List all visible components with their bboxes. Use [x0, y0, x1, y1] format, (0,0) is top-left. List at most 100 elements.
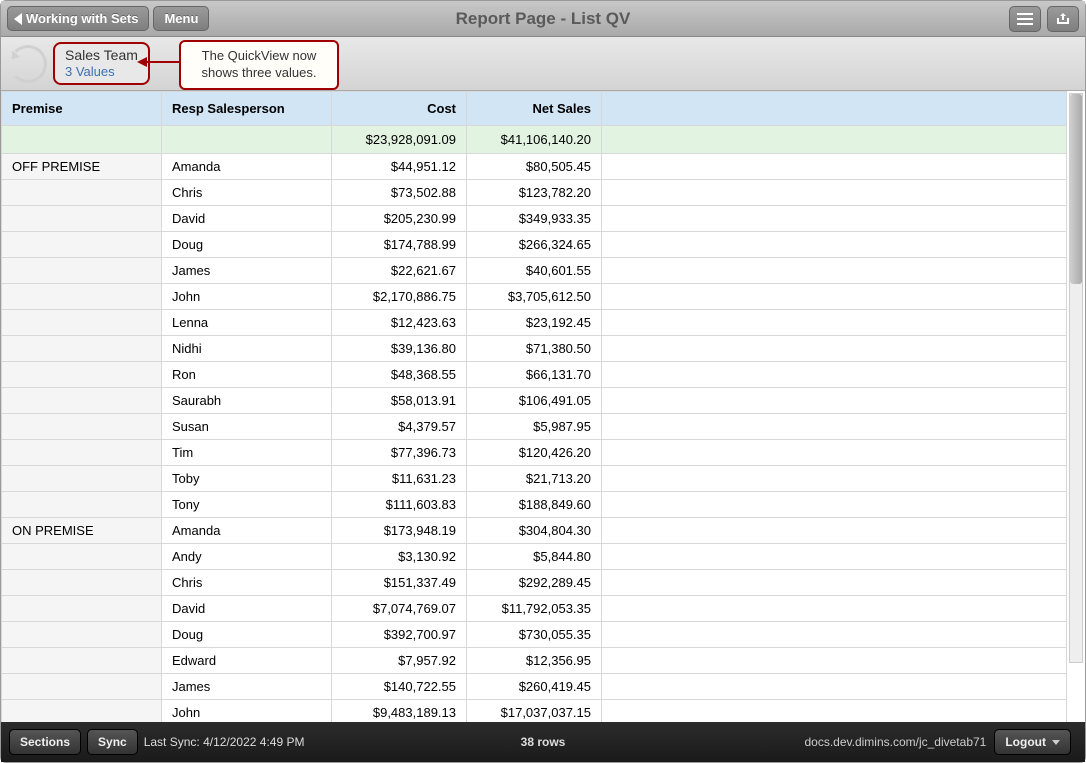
cell-premise: OFF PREMISE [2, 154, 162, 180]
table-row[interactable]: Chris$73,502.88$123,782.20 [2, 180, 1067, 206]
cell-premise [2, 648, 162, 674]
table-row[interactable]: Tim$77,396.73$120,426.20 [2, 440, 1067, 466]
share-button[interactable] [1047, 6, 1079, 32]
cell-person: Toby [162, 466, 332, 492]
cell-cost: $77,396.73 [332, 440, 467, 466]
cell-cost: $392,700.97 [332, 622, 467, 648]
cell-net: $5,844.80 [467, 544, 602, 570]
table-row[interactable]: OFF PREMISEAmanda$44,951.12$80,505.45 [2, 154, 1067, 180]
scrollbar-thumb[interactable] [1070, 94, 1082, 284]
cell-cost: $39,136.80 [332, 336, 467, 362]
scrollbar[interactable] [1069, 93, 1083, 663]
table-row[interactable]: Susan$4,379.57$5,987.95 [2, 414, 1067, 440]
col-net[interactable]: Net Sales [467, 92, 602, 126]
callout-annotation: The QuickView now shows three values. [179, 40, 339, 90]
cell-person: Amanda [162, 154, 332, 180]
table-row[interactable]: Edward$7,957.92$12,356.95 [2, 648, 1067, 674]
sections-button[interactable]: Sections [9, 729, 81, 755]
cell-premise [2, 206, 162, 232]
cell-cost: $4,379.57 [332, 414, 467, 440]
quickview-chip[interactable]: Sales Team 3 Values [53, 42, 150, 84]
table-row[interactable]: James$140,722.55$260,419.45 [2, 674, 1067, 700]
table-row[interactable]: James$22,621.67$40,601.55 [2, 258, 1067, 284]
table-row[interactable]: John$9,483,189.13$17,037,037.15 [2, 700, 1067, 723]
cell-person: Nidhi [162, 336, 332, 362]
table-header-row: Premise Resp Salesperson Cost Net Sales [2, 92, 1067, 126]
cell-net: $730,055.35 [467, 622, 602, 648]
table-row[interactable]: David$7,074,769.07$11,792,053.35 [2, 596, 1067, 622]
cell-cost: $73,502.88 [332, 180, 467, 206]
table-row[interactable]: Lenna$12,423.63$23,192.45 [2, 310, 1067, 336]
cell-person: Tim [162, 440, 332, 466]
table-row[interactable]: John$2,170,886.75$3,705,612.50 [2, 284, 1067, 310]
cell-person: James [162, 674, 332, 700]
refresh-icon[interactable] [9, 45, 47, 83]
cell-premise [2, 466, 162, 492]
cell-premise [2, 258, 162, 284]
cell-net: $188,849.60 [467, 492, 602, 518]
cell-premise [2, 700, 162, 723]
col-person[interactable]: Resp Salesperson [162, 92, 332, 126]
cell-person: Ron [162, 362, 332, 388]
table-row[interactable]: Doug$392,700.97$730,055.35 [2, 622, 1067, 648]
table-row[interactable]: Saurabh$58,013.91$106,491.05 [2, 388, 1067, 414]
menu-button[interactable]: Menu [153, 6, 209, 31]
cell-net: $123,782.20 [467, 180, 602, 206]
cell-person: Saurabh [162, 388, 332, 414]
table-row[interactable]: Doug$174,788.99$266,324.65 [2, 232, 1067, 258]
table-row[interactable]: David$205,230.99$349,933.35 [2, 206, 1067, 232]
cell-premise [2, 414, 162, 440]
cell-premise [2, 388, 162, 414]
cell-premise [2, 232, 162, 258]
cell-person: Amanda [162, 518, 332, 544]
table-row[interactable]: Andy$3,130.92$5,844.80 [2, 544, 1067, 570]
col-cost[interactable]: Cost [332, 92, 467, 126]
cell-cost: $11,631.23 [332, 466, 467, 492]
cell-cost: $174,788.99 [332, 232, 467, 258]
cell-net: $260,419.45 [467, 674, 602, 700]
cell-cost: $111,603.83 [332, 492, 467, 518]
cell-net: $292,289.45 [467, 570, 602, 596]
col-premise[interactable]: Premise [2, 92, 162, 126]
table-row[interactable]: Toby$11,631.23$21,713.20 [2, 466, 1067, 492]
cell-premise [2, 440, 162, 466]
cell-person: Andy [162, 544, 332, 570]
cell-premise [2, 310, 162, 336]
cell-net: $5,987.95 [467, 414, 602, 440]
cell-net: $17,037,037.15 [467, 700, 602, 723]
table-row[interactable]: Chris$151,337.49$292,289.45 [2, 570, 1067, 596]
cell-cost: $140,722.55 [332, 674, 467, 700]
cell-person: John [162, 284, 332, 310]
cell-net: $3,705,612.50 [467, 284, 602, 310]
cell-net: $304,804.30 [467, 518, 602, 544]
status-bar: Sections Sync Last Sync: 4/12/2022 4:49 … [1, 722, 1085, 762]
table-row[interactable]: ON PREMISEAmanda$173,948.19$304,804.30 [2, 518, 1067, 544]
table-body: OFF PREMISEAmanda$44,951.12$80,505.45Chr… [2, 154, 1067, 723]
cell-person: Doug [162, 622, 332, 648]
cell-premise: ON PREMISE [2, 518, 162, 544]
sync-button[interactable]: Sync [87, 729, 138, 755]
cell-cost: $7,074,769.07 [332, 596, 467, 622]
cell-person: Edward [162, 648, 332, 674]
total-cost: $23,928,091.09 [332, 126, 467, 154]
table-row[interactable]: Tony$111,603.83$188,849.60 [2, 492, 1067, 518]
cell-net: $106,491.05 [467, 388, 602, 414]
back-button[interactable]: Working with Sets [7, 6, 149, 31]
cell-premise [2, 362, 162, 388]
quickview-name: Sales Team [65, 47, 138, 64]
cell-person: John [162, 700, 332, 723]
data-table: Premise Resp Salesperson Cost Net Sales … [1, 91, 1067, 722]
back-label: Working with Sets [26, 11, 138, 26]
table-row[interactable]: Nidhi$39,136.80$71,380.50 [2, 336, 1067, 362]
list-button[interactable] [1009, 6, 1041, 32]
cell-cost: $22,621.67 [332, 258, 467, 284]
table-totals-row: $23,928,091.09 $41,106,140.20 [2, 126, 1067, 154]
table-row[interactable]: Ron$48,368.55$66,131.70 [2, 362, 1067, 388]
total-net: $41,106,140.20 [467, 126, 602, 154]
cell-net: $12,356.95 [467, 648, 602, 674]
list-icon [1017, 13, 1033, 25]
cell-cost: $7,957.92 [332, 648, 467, 674]
logout-button[interactable]: Logout [994, 729, 1071, 755]
cell-net: $11,792,053.35 [467, 596, 602, 622]
server-label: docs.dev.dimins.com/jc_divetab71 [804, 735, 986, 749]
